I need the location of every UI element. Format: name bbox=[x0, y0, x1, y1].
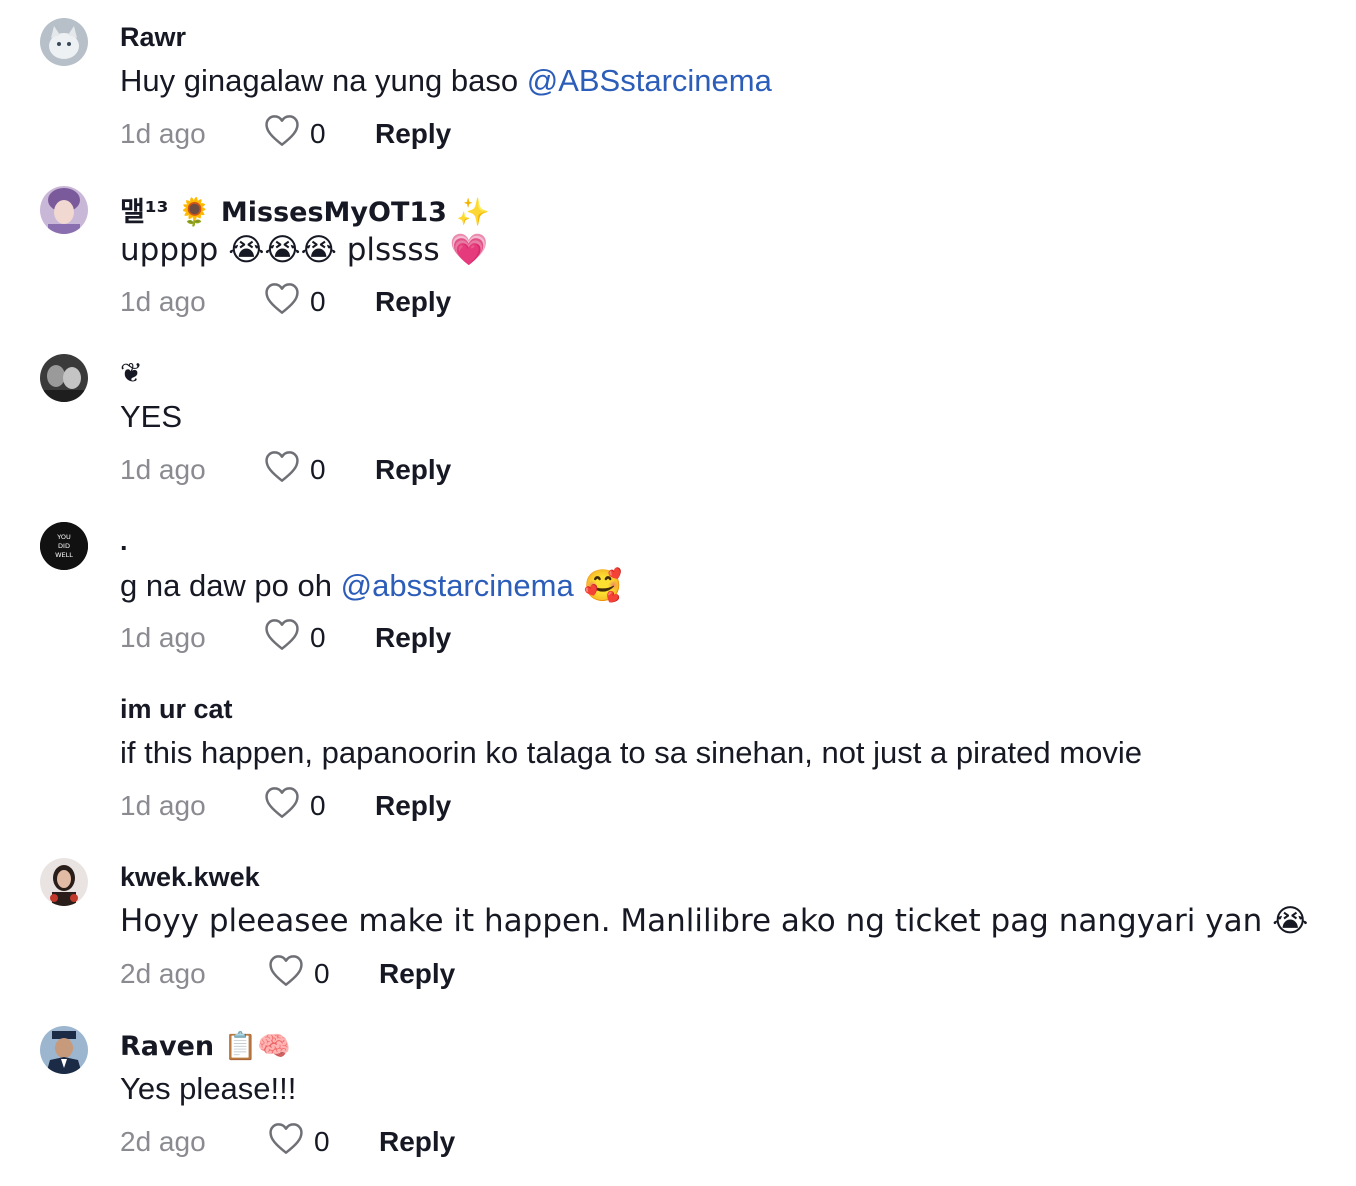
comment-timestamp: 1d ago bbox=[120, 118, 206, 149]
comment-item: 맬¹³ 🌻 MissesMyOT13 ✨ upppp 😭😭😭 plssss 💗 … bbox=[0, 168, 1356, 336]
comment-text-body: g na daw po oh bbox=[120, 568, 341, 603]
avatar-image-person bbox=[40, 186, 88, 234]
comment-text: YES bbox=[120, 399, 183, 434]
avatar-image-text: YOU DID WELL bbox=[40, 522, 88, 570]
comment-item: Rawr Huy ginagalaw na yung baso @ABSstar… bbox=[0, 0, 1356, 168]
comment-username[interactable]: Rawr bbox=[120, 22, 186, 53]
avatar-image-photo-bw bbox=[40, 354, 88, 402]
reply-button[interactable]: Reply bbox=[375, 622, 451, 654]
reply-button[interactable]: Reply bbox=[379, 958, 455, 990]
like-button[interactable]: 0 bbox=[267, 1121, 337, 1157]
comment-meta: 2d ago 0 Reply bbox=[120, 1112, 620, 1157]
comment-timestamp: 2d ago bbox=[120, 1126, 206, 1157]
comment-username[interactable]: ❦ bbox=[120, 358, 143, 389]
like-count: 0 bbox=[310, 790, 326, 821]
avatar[interactable] bbox=[40, 18, 88, 66]
mention-link[interactable]: @ABSstarcinema bbox=[527, 63, 772, 98]
like-button[interactable]: 0 bbox=[263, 785, 333, 821]
comment-timestamp: 1d ago bbox=[120, 286, 206, 317]
heart-outline-icon bbox=[269, 955, 303, 986]
avatar-image-cat bbox=[40, 18, 88, 66]
comment-username[interactable]: kwek.kwek bbox=[120, 862, 260, 893]
reply-button[interactable]: Reply bbox=[375, 286, 451, 318]
comment-item: YOU DID WELL . g na daw po oh @absstarci… bbox=[0, 504, 1356, 672]
comment-text: if this happen, papanoorin ko talaga to … bbox=[120, 735, 1142, 770]
avatar[interactable] bbox=[40, 354, 88, 402]
comment-text-body: Huy ginagalaw na yung baso bbox=[120, 63, 527, 98]
comment-username[interactable]: 맬¹³ 🌻 MissesMyOT13 ✨ bbox=[120, 190, 490, 229]
comment-text: g na daw po oh @absstarcinema 🥰 bbox=[120, 567, 622, 604]
heart-outline-icon bbox=[265, 283, 299, 314]
comment-meta: 1d ago 0 Reply bbox=[120, 440, 620, 485]
like-count: 0 bbox=[314, 958, 330, 989]
avatar-image-person bbox=[40, 858, 88, 906]
comment-username[interactable]: . bbox=[120, 526, 128, 557]
reply-button[interactable]: Reply bbox=[375, 454, 451, 486]
avatar[interactable] bbox=[40, 186, 88, 234]
comment-text: Hoyy pleeasee make it happen. Manlilibre… bbox=[120, 903, 1309, 939]
comment-text: upppp 😭😭😭 plssss 💗 bbox=[120, 232, 489, 268]
comment-meta: 1d ago 0 Reply bbox=[120, 104, 620, 149]
comment-item: ❦ YES 1d ago 0 Reply bbox=[0, 336, 1356, 504]
comment-text: Huy ginagalaw na yung baso @ABSstarcinem… bbox=[120, 63, 772, 99]
avatar-text-line: WELL bbox=[55, 551, 73, 559]
comment-list: Rawr Huy ginagalaw na yung baso @ABSstar… bbox=[0, 0, 1356, 1186]
heart-outline-icon bbox=[269, 1123, 303, 1154]
comment-username[interactable]: im ur cat bbox=[120, 694, 233, 725]
avatar-text-line: YOU bbox=[56, 533, 71, 541]
like-button[interactable]: 0 bbox=[263, 617, 333, 653]
comment-timestamp: 1d ago bbox=[120, 790, 206, 821]
comment-meta: 1d ago 0 Reply bbox=[120, 272, 620, 317]
like-count: 0 bbox=[310, 622, 326, 653]
comment-text: Yes please!!! bbox=[120, 1071, 297, 1106]
comment-meta: 1d ago 0 Reply bbox=[120, 776, 620, 821]
avatar[interactable] bbox=[40, 858, 88, 906]
like-button[interactable]: 0 bbox=[263, 113, 333, 149]
comment-item: kwek.kwek Hoyy pleeasee make it happen. … bbox=[0, 840, 1356, 1008]
comment-item: im ur cat if this happen, papanoorin ko … bbox=[0, 672, 1356, 840]
heart-outline-icon bbox=[265, 115, 299, 146]
reply-button[interactable]: Reply bbox=[375, 790, 451, 822]
comment-username[interactable]: Raven 📋🧠 bbox=[120, 1030, 291, 1062]
like-count: 0 bbox=[314, 1126, 330, 1157]
like-button[interactable]: 0 bbox=[263, 281, 333, 317]
comment-timestamp: 2d ago bbox=[120, 958, 206, 989]
avatar[interactable]: YOU DID WELL bbox=[40, 522, 88, 570]
reply-button[interactable]: Reply bbox=[379, 1126, 455, 1158]
like-count: 0 bbox=[310, 454, 326, 485]
like-button[interactable]: 0 bbox=[263, 449, 333, 485]
comment-emoji: 🥰 bbox=[573, 568, 623, 604]
heart-outline-icon bbox=[265, 787, 299, 818]
like-count: 0 bbox=[310, 118, 326, 149]
avatar-text-line: DID bbox=[58, 542, 70, 550]
comment-timestamp: 1d ago bbox=[120, 454, 206, 485]
avatar-image-person bbox=[40, 1026, 88, 1074]
comment-meta: 1d ago 0 Reply bbox=[120, 608, 620, 653]
mention-link[interactable]: @absstarcinema bbox=[341, 568, 574, 603]
like-count: 0 bbox=[310, 286, 326, 317]
comment-meta: 2d ago 0 Reply bbox=[120, 944, 620, 989]
comment-timestamp: 1d ago bbox=[120, 622, 206, 653]
avatar[interactable] bbox=[40, 1026, 88, 1074]
comment-item: Raven 📋🧠 Yes please!!! 2d ago 0 Reply bbox=[0, 1008, 1356, 1176]
like-button[interactable]: 0 bbox=[267, 953, 337, 989]
heart-outline-icon bbox=[265, 619, 299, 650]
reply-button[interactable]: Reply bbox=[375, 118, 451, 150]
heart-outline-icon bbox=[265, 451, 299, 482]
